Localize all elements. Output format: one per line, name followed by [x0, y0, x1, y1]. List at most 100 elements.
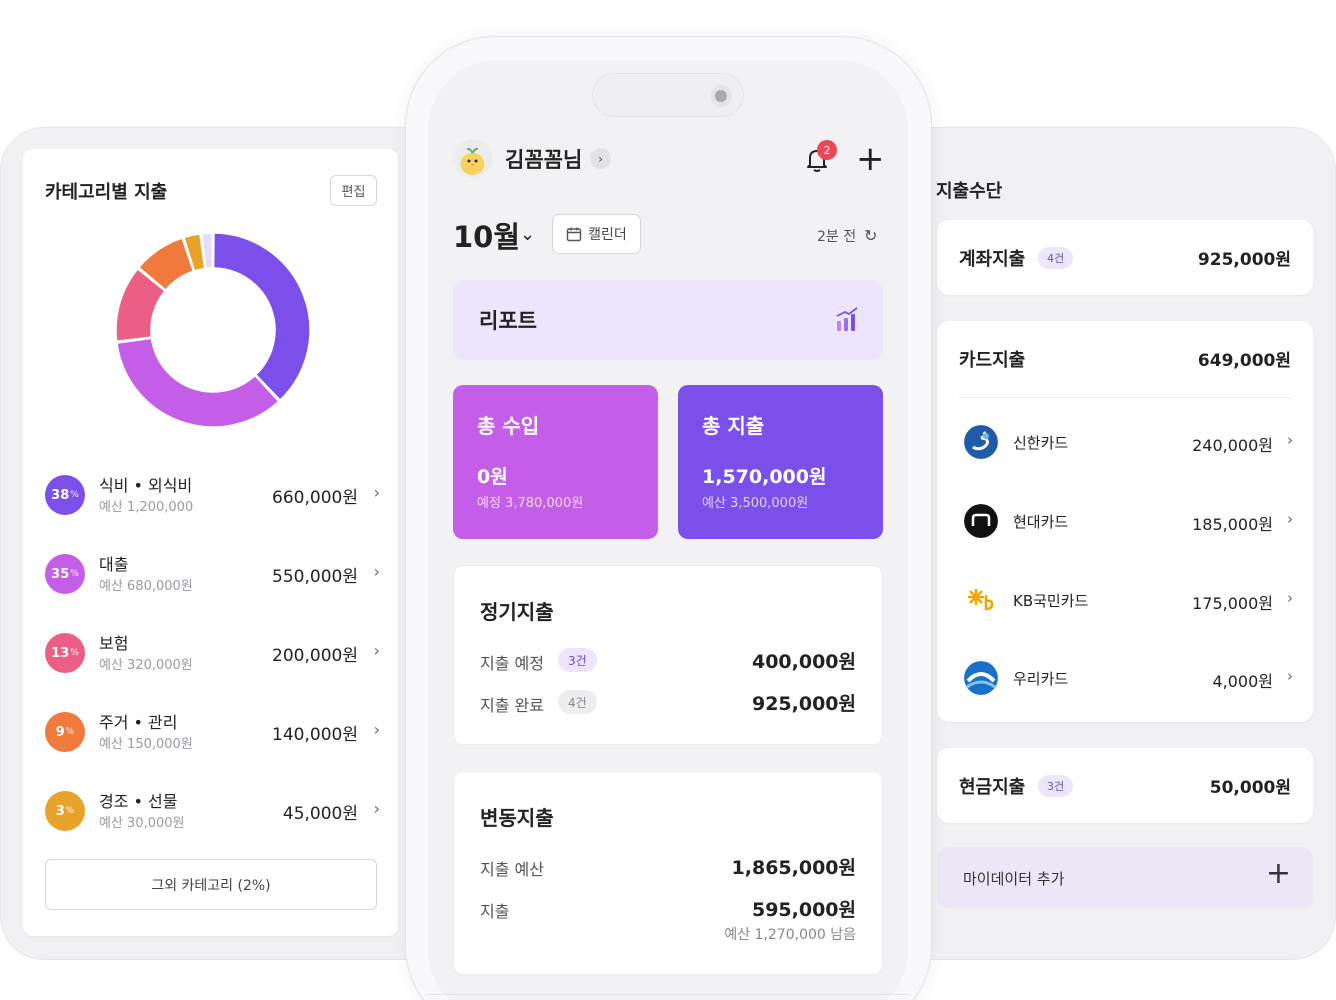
count-badge: 3건 — [558, 648, 597, 672]
regular-expense-card[interactable]: 정기지출 지출 예정 3건 400,000원 지출 완료 4건 925,000원 — [453, 565, 883, 745]
card-item-amount: 240,000원 — [1192, 436, 1273, 455]
category-percent-badge: 3% — [45, 791, 85, 831]
account-count-badge: 4건 — [1038, 247, 1074, 269]
card-item-amount: 185,000원 — [1192, 515, 1273, 534]
avatar[interactable] — [453, 139, 492, 178]
plus-icon: + — [1265, 856, 1291, 891]
kb-logo-icon — [968, 589, 994, 611]
regular-row-scheduled: 지출 예정 3건 400,000원 — [480, 647, 856, 675]
card-item-amount: 4,000원 — [1212, 672, 1273, 691]
chevron-right-icon: › — [373, 562, 380, 581]
category-budget: 예산 680,000원 — [99, 579, 193, 594]
report-button[interactable]: 리포트 — [453, 280, 883, 360]
card-item-hyundai[interactable]: 현대카드 185,000원 › — [959, 501, 1293, 541]
expense-amount: 1,570,000원 — [702, 466, 827, 488]
cash-label: 현금지출 — [959, 777, 1026, 798]
chevron-right-icon: › — [1287, 667, 1293, 685]
account-amount: 925,000원 — [1197, 250, 1291, 270]
calendar-icon — [566, 227, 582, 242]
chevron-right-icon[interactable]: › — [590, 148, 611, 169]
donut-slice-대출 — [116, 337, 280, 428]
budget-remaining: 예산 1,270,000 남음 — [724, 927, 856, 943]
total-expense-card[interactable]: 총 지출 1,570,000원 예산 3,500,000원 — [678, 385, 883, 539]
variable-expense-card[interactable]: 변동지출 지출 예산 1,865,000원 지출 595,000원 예산 1,2… — [453, 771, 883, 975]
category-amount: 45,000원 — [282, 804, 358, 824]
bar-chart-icon — [836, 307, 858, 331]
other-categories-button[interactable]: 그외 카테고리 (2%) — [45, 859, 377, 910]
regular-title: 정기지출 — [480, 600, 554, 624]
category-name: 대출 — [99, 555, 129, 574]
variable-row-spent: 지출 595,000원 — [480, 895, 856, 923]
mydata-label: 마이데이터 추가 — [963, 870, 1065, 888]
income-planned: 예정 3,780,000원 — [477, 496, 584, 511]
category-name: 식비 • 외식비 — [99, 476, 193, 495]
category-row[interactable]: 13% 보험 예산 320,000원 200,000원 › — [45, 627, 380, 706]
cash-spending-card[interactable]: 현금지출 3건 50,000원 — [937, 748, 1313, 823]
category-row[interactable]: 38% 식비 • 외식비 예산 1,200,000 660,000원 › — [45, 469, 380, 548]
category-percent-badge: 13% — [45, 633, 85, 673]
account-label: 계좌지출 — [959, 249, 1026, 270]
card-name: 신한카드 — [1013, 434, 1069, 452]
username[interactable]: 김꼼꼼님 — [505, 144, 582, 174]
category-name: 주거 • 관리 — [99, 713, 178, 732]
income-title: 총 수입 — [477, 414, 540, 438]
divider — [428, 994, 908, 995]
calendar-label: 캘린더 — [588, 227, 627, 243]
expense-title: 총 지출 — [702, 414, 765, 438]
chevron-right-icon: › — [373, 720, 380, 739]
row-label: 지출 완료 — [480, 696, 544, 715]
edit-button[interactable]: 편집 — [330, 175, 377, 206]
notification-badge: 2 — [817, 140, 837, 160]
row-amount: 400,000원 — [751, 651, 856, 673]
regular-row-completed: 지출 완료 4건 925,000원 — [480, 689, 856, 717]
card-name: KB국민카드 — [1013, 592, 1089, 610]
cash-amount: 50,000원 — [1209, 778, 1291, 798]
payment-method-title: 지출수단 — [936, 181, 1003, 202]
category-amount: 660,000원 — [272, 488, 358, 508]
chevron-down-icon[interactable]: ⌄ — [520, 224, 535, 245]
category-donut-chart — [115, 232, 311, 428]
row-amount: 1,865,000원 — [731, 857, 856, 879]
chevron-right-icon: › — [1287, 431, 1293, 449]
calendar-button[interactable]: 캘린더 — [552, 214, 641, 254]
chevron-right-icon: › — [373, 799, 380, 818]
report-label: 리포트 — [479, 309, 537, 333]
category-title: 카테고리별 지출 — [45, 182, 168, 203]
category-spending-card: 카테고리별 지출 편집 38% 식비 • 외식비 예산 1,200,000 66… — [23, 149, 398, 936]
category-budget: 예산 150,000원 — [99, 737, 193, 752]
category-row[interactable]: 9% 주거 • 관리 예산 150,000원 140,000원 › — [45, 706, 380, 785]
card-item-woori[interactable]: 우리카드 4,000원 › — [959, 658, 1293, 698]
donut-slice-식비 • 외식비 — [212, 232, 311, 402]
chevron-right-icon: › — [1287, 510, 1293, 528]
category-name: 보험 — [99, 634, 129, 653]
card-name: 우리카드 — [1013, 670, 1069, 688]
chevron-right-icon: › — [373, 483, 380, 502]
count-badge: 4건 — [558, 690, 597, 714]
shinhan-logo-icon — [964, 425, 998, 459]
card-item-kb[interactable]: KB국민카드 175,000원 › — [959, 580, 1293, 620]
add-button[interactable]: + — [856, 142, 885, 176]
category-percent-badge: 38% — [45, 475, 85, 515]
category-row[interactable]: 35% 대출 예산 680,000원 550,000원 › — [45, 548, 380, 627]
row-amount: 595,000원 — [751, 899, 856, 921]
category-percent-badge: 9% — [45, 712, 85, 752]
card-item-shinhan[interactable]: 신한카드 240,000원 › — [959, 422, 1293, 462]
refresh-icon[interactable]: ↻ — [864, 226, 877, 245]
month-selector[interactable]: 10월 — [453, 214, 520, 256]
account-spending-card[interactable]: 계좌지출 4건 925,000원 — [937, 220, 1313, 295]
row-label: 지출 — [480, 902, 510, 921]
card-item-amount: 175,000원 — [1192, 594, 1273, 613]
row-label: 지출 예정 — [480, 654, 544, 673]
category-budget: 예산 1,200,000 — [99, 500, 194, 515]
add-mydata-button[interactable]: 마이데이터 추가 + — [937, 847, 1313, 909]
hyundai-logo-icon — [964, 504, 998, 538]
category-percent-badge: 35% — [45, 554, 85, 594]
chick-avatar-icon — [453, 139, 492, 178]
total-income-card[interactable]: 총 수입 0원 예정 3,780,000원 — [453, 385, 658, 539]
category-row[interactable]: 3% 경조 • 선물 예산 30,000원 45,000원 › — [45, 785, 380, 864]
category-amount: 550,000원 — [272, 567, 358, 587]
chevron-right-icon: › — [373, 641, 380, 660]
row-label: 지출 예산 — [480, 860, 544, 879]
woori-logo-icon — [964, 661, 998, 695]
card-name: 현대카드 — [1013, 513, 1069, 531]
